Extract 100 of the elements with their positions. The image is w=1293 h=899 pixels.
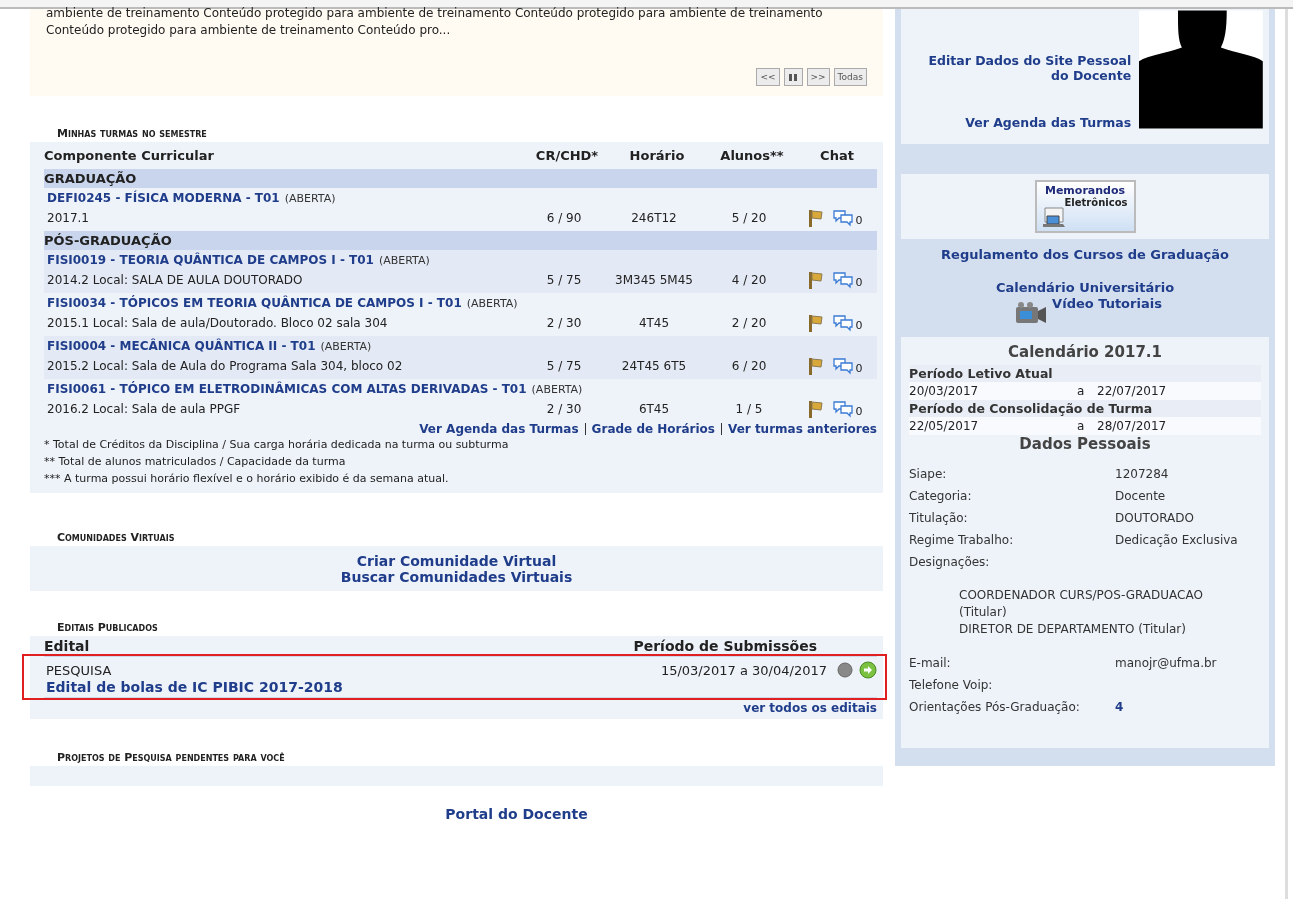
group-header: PÓS-GRADUAÇÃO bbox=[44, 231, 877, 250]
field-value: Dedicação Exclusiva bbox=[1115, 532, 1239, 549]
footnote: ** Total de alunos matriculados / Capacidade da turma bbox=[44, 454, 347, 470]
sidebar-link[interactable]: Vídeo Tutoriais bbox=[1052, 296, 1162, 312]
all-calls-link[interactable]: ver todos os editais bbox=[743, 701, 877, 715]
chat-icon[interactable] bbox=[831, 314, 854, 332]
sidebar-link[interactable]: Calendário Universitário bbox=[995, 280, 1175, 296]
community-link[interactable]: Buscar Comunidades Virtuais bbox=[340, 569, 573, 585]
memos-subtitle: Eletrônicos bbox=[1064, 197, 1128, 208]
chat-icon[interactable] bbox=[831, 209, 854, 227]
table-cell-text: 2017.1 bbox=[47, 211, 90, 225]
class-link[interactable]: FISI0061 - TÓPICO EM ELETRODINÂMICAS COM ALTAS DERIVADAS - T01 bbox=[47, 382, 527, 396]
table-cell-text: 2014.2 Local: SALA DE AULA DOUTORADO bbox=[47, 273, 304, 287]
class-status: (ABERTA) bbox=[466, 297, 518, 310]
field-link[interactable]: 4 bbox=[1115, 696, 1261, 718]
sidebar-link[interactable]: Regulamento dos Cursos de Graduação bbox=[941, 247, 1229, 263]
footnote: *** A turma possui horário flexível e o horário exibido é da semana atual. bbox=[44, 471, 450, 487]
table-cell-text: 2016.2 Local: Sala de aula PPGF bbox=[47, 402, 242, 416]
pause-button[interactable] bbox=[783, 68, 803, 86]
column-header: Edital bbox=[44, 638, 90, 654]
table-cell-text: 5 / 75 bbox=[545, 273, 583, 287]
table-link[interactable]: Ver turmas anteriores bbox=[721, 423, 877, 435]
table-cell-text: 6T45 bbox=[637, 402, 671, 416]
table-cell-text: 4T45 bbox=[637, 316, 671, 330]
table-cell-text: 2 / 20 bbox=[730, 316, 768, 330]
period-start: 20/03/2017 bbox=[909, 384, 980, 398]
class-status: (ABERTA) bbox=[284, 192, 336, 205]
nav-button[interactable]: >> bbox=[806, 68, 830, 86]
arrow-circle-icon[interactable] bbox=[859, 661, 877, 679]
table-link[interactable]: Ver Agenda das Turmas bbox=[413, 423, 585, 435]
table-cell-text: 5 / 20 bbox=[730, 211, 768, 225]
chat-count: 0 bbox=[855, 276, 863, 289]
field-value: 1207284 bbox=[1115, 466, 1170, 483]
table-cell-text: 3M345 5M45 bbox=[614, 273, 694, 287]
table-cell-text: 2015.1 Local: Sala de aula/Doutorado. Bloco 02 sala 304 bbox=[47, 316, 389, 330]
table-cell-text: 6 / 90 bbox=[545, 211, 583, 225]
period-end: 28/07/2017 bbox=[1097, 419, 1168, 433]
nav-button[interactable]: << bbox=[756, 68, 780, 86]
class-link[interactable]: FISI0019 - TEORIA QUÂNTICA DE CAMPOS I - T01 bbox=[47, 253, 374, 267]
period-start: 22/05/2017 bbox=[909, 419, 980, 433]
sphere-icon[interactable] bbox=[837, 662, 853, 678]
table-cell-text: 1 / 5 bbox=[734, 402, 764, 416]
field-label: Designações: bbox=[909, 554, 991, 571]
portal-link[interactable]: Portal do Docente bbox=[445, 806, 588, 822]
period-separator: a bbox=[1077, 419, 1086, 433]
field-value: Docente bbox=[1115, 488, 1167, 505]
table-cell-text: 246T12 bbox=[630, 211, 678, 225]
field-label: Orientações Pós-Graduação: bbox=[909, 699, 1081, 716]
field-value: DOUTORADO bbox=[1115, 510, 1195, 527]
footnote: * Total de Créditos da Disciplina / Sua carga horária dedicada na turma ou subturma bbox=[44, 437, 510, 453]
section-title: Comunidades Virtuais bbox=[56, 531, 176, 546]
chat-icon[interactable] bbox=[831, 357, 854, 375]
period-label: Período Letivo Atual bbox=[909, 365, 1261, 382]
call-period: 15/03/2017 a 30/04/2017 bbox=[660, 662, 827, 678]
field-label: Categoria: bbox=[909, 488, 973, 505]
class-link[interactable]: DEFI0245 - FÍSICA MODERNA - T01 bbox=[47, 191, 280, 205]
column-header: Alunos** bbox=[719, 148, 785, 163]
class-link[interactable]: FISI0034 - TÓPICOS EM TEORIA QUÂNTICA DE CAMPOS I - T01 bbox=[47, 296, 462, 310]
class-status: (ABERTA) bbox=[320, 340, 372, 353]
table-cell-text: 4 / 20 bbox=[730, 273, 768, 287]
column-header: Componente Curricular bbox=[44, 148, 215, 163]
memos-button[interactable]: Memorandos Eletrônicos bbox=[1034, 180, 1136, 233]
field-label: Siape: bbox=[909, 466, 948, 483]
chat-count: 0 bbox=[855, 214, 863, 227]
table-cell-text: 2 / 30 bbox=[545, 316, 583, 330]
show-all-button[interactable]: Todas bbox=[833, 68, 867, 86]
section-title: Projetos de Pesquisa pendentes para você bbox=[56, 751, 286, 766]
column-header: Horário bbox=[628, 148, 686, 163]
news-text: Conteúdo protegido para ambiente de treinamento Conteúdo pro... bbox=[46, 22, 452, 39]
personal-title: Dados Pessoais bbox=[1018, 435, 1152, 453]
column-header: Chat bbox=[819, 148, 855, 163]
profile-link[interactable]: Editar Dados do Site Pessoal do Docente bbox=[907, 53, 1132, 83]
period-label: Período de Consolidação de Turma bbox=[909, 400, 1261, 417]
table-cell-text: 2 / 30 bbox=[545, 402, 583, 416]
column-header: Período de Submissões bbox=[633, 638, 817, 654]
call-link[interactable]: Edital de bolas de IC PIBIC 2017-2018 bbox=[46, 679, 343, 695]
chat-icon[interactable] bbox=[831, 400, 854, 418]
designation: COORDENADOR CURS/POS-GRADUACAO (Titular) bbox=[959, 587, 1204, 621]
community-link[interactable]: Criar Comunidade Virtual bbox=[356, 553, 557, 569]
class-status: (ABERTA) bbox=[531, 383, 583, 396]
field-value: manojr@ufma.br bbox=[1115, 655, 1218, 672]
table-cell-text: 24T45 6T5 bbox=[620, 359, 688, 373]
profile-link[interactable]: Ver Agenda das Turmas bbox=[965, 115, 1132, 130]
column-header: CR/CHD* bbox=[534, 148, 600, 163]
news-text: ambiente de treinamento Conteúdo protegido para ambiente de treinamento Conteúdo protegido para ambiente de treinamento bbox=[46, 5, 824, 22]
chat-count: 0 bbox=[855, 405, 863, 418]
section-title: Minhas turmas no semestre bbox=[56, 127, 208, 142]
table-cell-text: 2015.2 Local: Sala de Aula do Programa Sala 304, bloco 02 bbox=[47, 359, 404, 373]
table-cell-text: 6 / 20 bbox=[730, 359, 768, 373]
field-label: Telefone Voip: bbox=[909, 677, 994, 694]
table-cell-text: 5 / 75 bbox=[545, 359, 583, 373]
class-link[interactable]: FISI0004 - MECÂNICA QUÂNTICA II - T01 bbox=[47, 339, 316, 353]
period-end: 22/07/2017 bbox=[1097, 384, 1168, 398]
field-label: Titulação: bbox=[909, 510, 969, 527]
designation: DIRETOR DE DEPARTAMENTO (Titular) bbox=[959, 621, 1187, 638]
period-separator: a bbox=[1077, 384, 1086, 398]
field-label: E-mail: bbox=[909, 655, 952, 672]
table-link[interactable]: Grade de Horários bbox=[584, 423, 721, 435]
chat-icon[interactable] bbox=[831, 271, 854, 289]
field-label: Regime Trabalho: bbox=[909, 532, 1015, 549]
